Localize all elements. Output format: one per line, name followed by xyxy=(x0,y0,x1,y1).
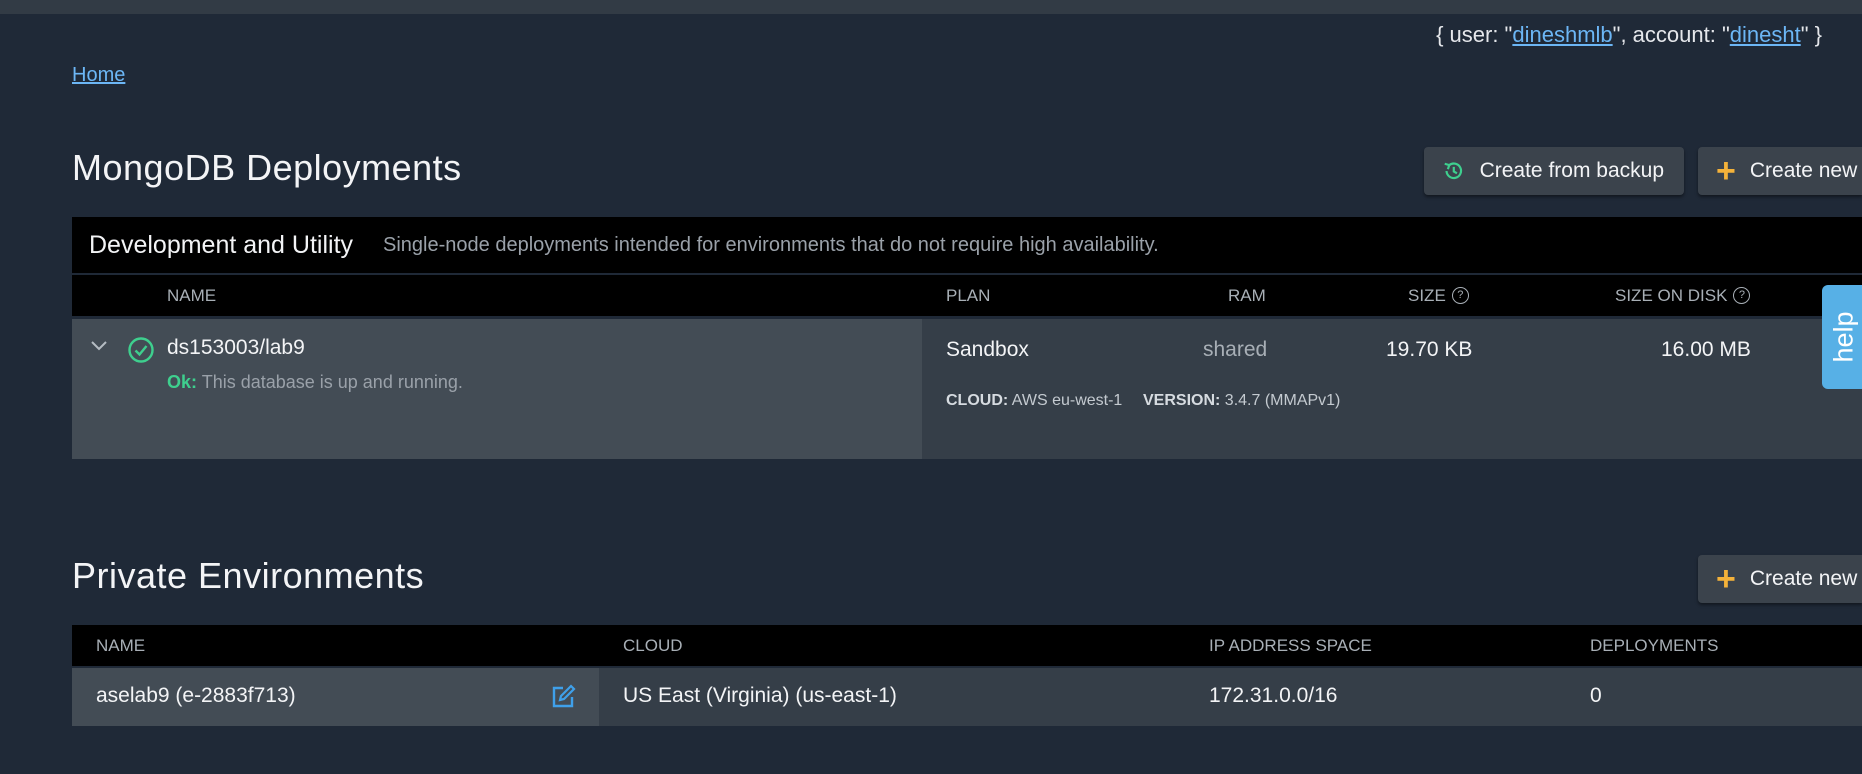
create-new-env-label: Create new xyxy=(1749,567,1858,590)
environment-cloud: US East (Virginia) (us-east-1) xyxy=(623,684,897,707)
cloud-value: AWS eu-west-1 xyxy=(1011,392,1123,409)
deployment-version: VERSION: 3.4.7 (MMAPv1) xyxy=(1143,392,1340,410)
col-ram: RAM xyxy=(1228,286,1266,305)
col-name: NAME xyxy=(167,286,217,305)
group-description: Single-node deployments intended for env… xyxy=(383,233,1159,256)
deployment-row-details: Sandbox shared 19.70 KB 16.00 MB CLOUD: … xyxy=(922,319,1862,459)
deployment-row-name-cell[interactable]: ds153003/lab9 Ok: This database is up an… xyxy=(72,319,922,459)
status-text: This database is up and running. xyxy=(201,372,463,392)
env-col-cloud: CLOUD xyxy=(623,636,683,655)
version-label: VERSION: xyxy=(1143,392,1221,409)
help-label: help xyxy=(1828,311,1859,363)
environments-table-header: NAME CLOUD IP ADDRESS SPACE DEPLOYMENTS xyxy=(72,625,1862,666)
restore-icon xyxy=(1444,162,1463,180)
environment-deployments-count: 0 xyxy=(1590,684,1602,707)
col-size-label: SIZE xyxy=(1408,286,1446,305)
environment-ip: 172.31.0.0/16 xyxy=(1209,684,1338,707)
user-info-middle: ", account: " xyxy=(1612,22,1730,47)
env-col-deployments: DEPLOYMENTS xyxy=(1590,636,1719,655)
environment-row-details: US East (Virginia) (us-east-1) 172.31.0.… xyxy=(599,668,1862,726)
check-circle-icon xyxy=(128,337,154,363)
plus-icon: + xyxy=(1716,560,1736,598)
create-new-label: Create new xyxy=(1749,159,1858,182)
user-account-info: { user: "dineshmlb", account: "dinesht" … xyxy=(1436,22,1822,48)
deployment-group-header: Development and Utility Single-node depl… xyxy=(72,217,1862,273)
question-icon[interactable]: ? xyxy=(1451,287,1469,304)
env-col-ip: IP ADDRESS SPACE xyxy=(1209,636,1372,655)
plus-icon: + xyxy=(1716,152,1736,190)
environment-name: aselab9 (e-2883f713) xyxy=(96,684,296,707)
status-ok-label: Ok: xyxy=(167,372,198,392)
user-link[interactable]: dineshmlb xyxy=(1512,22,1612,47)
cloud-label: CLOUD: xyxy=(946,392,1009,409)
breadcrumb-home-link[interactable]: Home xyxy=(72,64,125,87)
create-from-backup-label: Create from backup xyxy=(1479,159,1664,182)
help-tab[interactable]: help xyxy=(1822,285,1862,389)
version-value: 3.4.7 (MMAPv1) xyxy=(1224,392,1341,409)
environment-row-name-cell: aselab9 (e-2883f713) xyxy=(72,668,599,726)
deployment-cloud: CLOUD: AWS eu-west-1 xyxy=(946,392,1122,410)
deployment-status: Ok: This database is up and running. xyxy=(167,372,463,393)
deployments-table-header: NAME PLAN RAM SIZE? SIZE ON DISK? xyxy=(72,275,1862,316)
col-plan: PLAN xyxy=(946,286,991,305)
top-strip xyxy=(0,0,1862,14)
chevron-down-icon[interactable] xyxy=(89,339,109,353)
group-title: Development and Utility xyxy=(89,230,354,259)
create-new-deployment-button[interactable]: + Create new xyxy=(1698,147,1862,195)
user-info-suffix: " } xyxy=(1800,22,1822,47)
deployment-plan: Sandbox xyxy=(946,338,1029,361)
create-from-backup-button[interactable]: Create from backup xyxy=(1424,147,1684,195)
question-icon[interactable]: ? xyxy=(1733,287,1751,304)
col-size-on-disk: SIZE ON DISK? xyxy=(1615,286,1751,306)
deployment-ram: shared xyxy=(1203,338,1268,361)
deployment-size: 19.70 KB xyxy=(1386,338,1473,361)
edit-icon[interactable] xyxy=(549,683,577,711)
private-environments-title: Private Environments xyxy=(72,555,425,596)
col-size-on-disk-label: SIZE ON DISK xyxy=(1615,286,1728,305)
env-col-name: NAME xyxy=(96,636,146,655)
account-link[interactable]: dinesht xyxy=(1730,22,1801,47)
deployment-name[interactable]: ds153003/lab9 xyxy=(167,336,305,360)
user-info-prefix: { user: " xyxy=(1436,22,1513,47)
create-new-environment-button[interactable]: + Create new xyxy=(1698,555,1862,603)
deployment-size-on-disk: 16.00 MB xyxy=(1661,338,1751,361)
col-size: SIZE? xyxy=(1408,286,1469,306)
deployments-title: MongoDB Deployments xyxy=(72,147,462,188)
